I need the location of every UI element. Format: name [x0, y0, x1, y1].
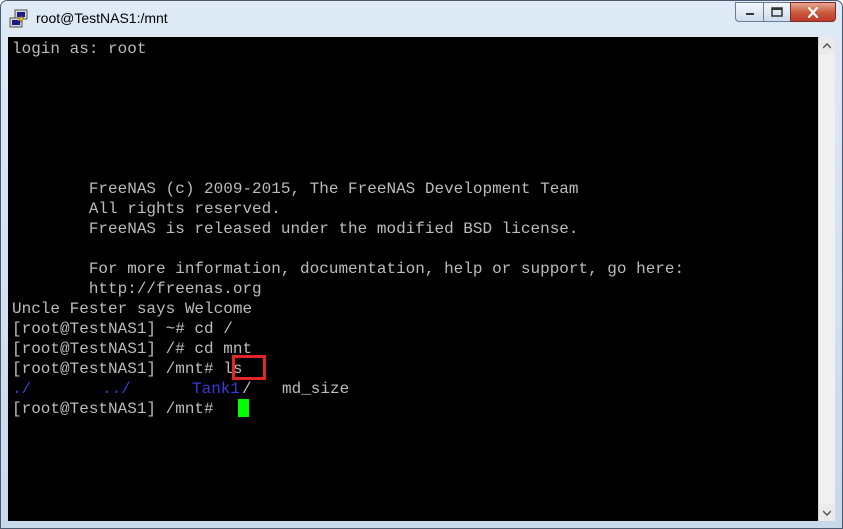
ls-entry-md-size: md_size: [282, 380, 350, 398]
window-title: root@TestNAS1:/mnt: [36, 10, 168, 26]
maximize-icon: [771, 7, 783, 17]
terminal-line: [root@TestNAS1] ~# cd /: [12, 320, 233, 338]
putty-icon: [9, 9, 28, 28]
terminal-line: All rights reserved.: [12, 200, 281, 218]
terminal-line: For more information, documentation, hel…: [12, 260, 685, 278]
terminal-line: login as: root: [12, 40, 147, 58]
arrow-down-icon: [823, 509, 831, 516]
terminal-area[interactable]: login as: root FreeNAS (c) 2009-2015, Th…: [8, 37, 818, 521]
ls-entry-parent-dir: ../: [102, 380, 131, 398]
ls-highlight-box: [232, 355, 266, 380]
terminal-cursor: [238, 399, 249, 417]
minimize-button[interactable]: [735, 2, 763, 22]
ls-entry-current-dir: ./: [12, 380, 32, 398]
arrow-up-icon: [823, 42, 831, 49]
vertical-scrollbar[interactable]: [818, 37, 835, 521]
title-bar[interactable]: root@TestNAS1:/mnt: [1, 1, 842, 37]
putty-window: root@TestNAS1:/mnt login as: root FreeNA…: [0, 0, 843, 529]
terminal-line: Uncle Fester says Welcome: [12, 300, 253, 318]
terminal-line: FreeNAS (c) 2009-2015, The FreeNAS Devel…: [12, 180, 579, 198]
close-icon: [807, 6, 819, 18]
scroll-down-button[interactable]: [819, 504, 835, 521]
maximize-button[interactable]: [763, 2, 790, 22]
window-controls: [735, 2, 836, 22]
scrollbar-track[interactable]: [819, 54, 835, 504]
terminal-line: [root@TestNAS1] /mnt# ls: [12, 360, 243, 378]
terminal-prompt: [root@TestNAS1] /mnt#: [12, 400, 224, 418]
ls-entry-tank1: Tank1: [192, 380, 241, 398]
terminal-line: FreeNAS is released under the modified B…: [12, 220, 579, 238]
terminal-line: [root@TestNAS1] /# cd mnt: [12, 340, 253, 358]
terminal-line: http://freenas.org: [12, 280, 262, 298]
scroll-up-button[interactable]: [819, 37, 835, 54]
minimize-icon: [745, 13, 754, 15]
close-button[interactable]: [790, 2, 836, 22]
ls-entry-tank1-slash: /: [242, 380, 252, 398]
